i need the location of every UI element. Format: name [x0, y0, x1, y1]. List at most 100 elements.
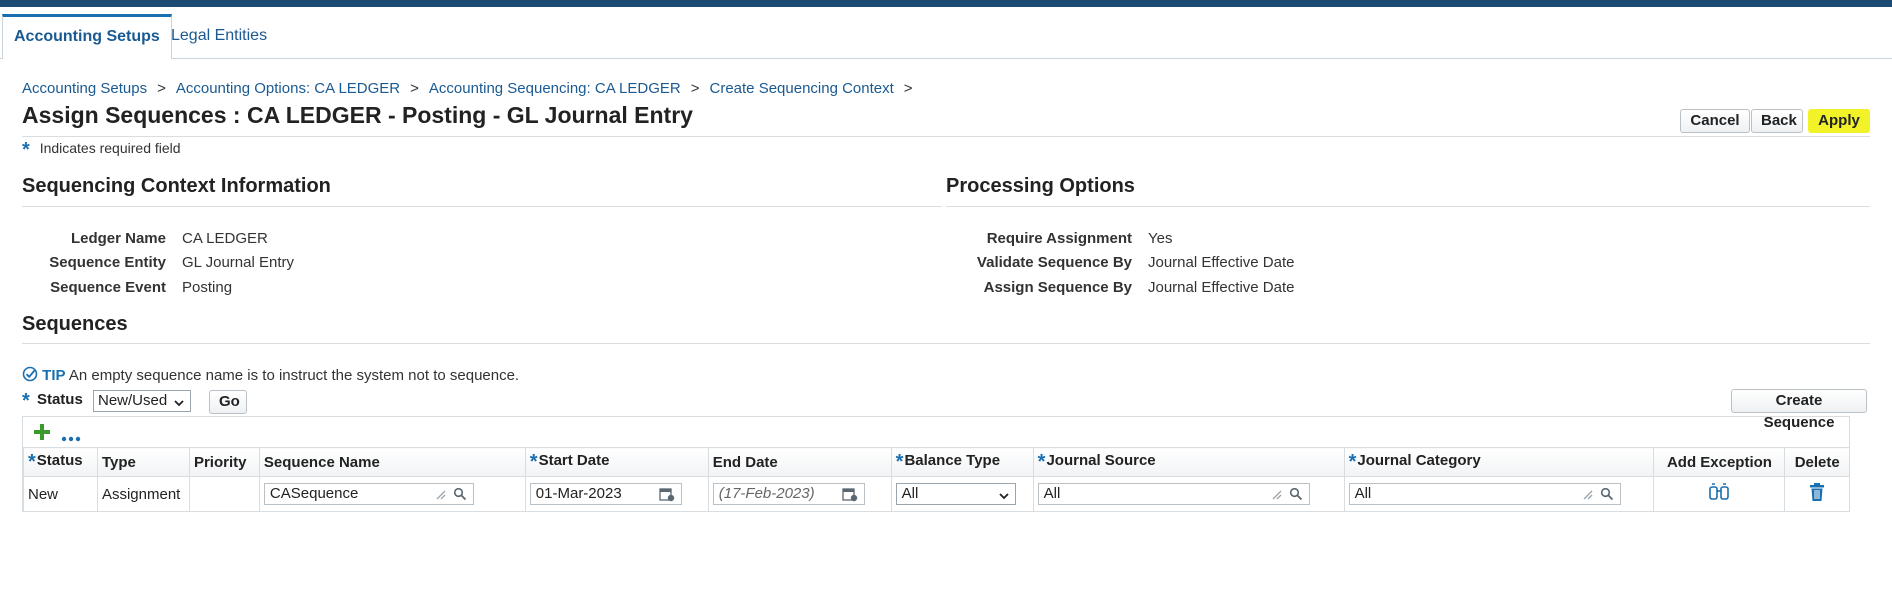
required-star: * [22, 390, 30, 412]
create-sequence-button[interactable]: Create Sequence [1731, 389, 1867, 431]
breadcrumb-separator: > [690, 80, 700, 97]
table-row: New Assignment CASequence 01-Mar-2023 (1… [23, 476, 1849, 511]
status-filter: * Status [22, 390, 83, 413]
tip-message: TIP An empty sequence name is to instruc… [22, 366, 519, 386]
trash-icon[interactable] [1808, 482, 1826, 506]
column-header-label: End Date [712, 453, 778, 471]
required-note-text: Indicates required field [39, 140, 181, 156]
add-exception-icon[interactable] [1708, 482, 1730, 506]
required-star: * [28, 450, 36, 473]
column-header: Add Exception [1653, 447, 1785, 477]
tip-text: An empty sequence name is to instruct th… [68, 367, 520, 384]
row-type: Assignment [96, 476, 190, 511]
assign-sequence-by-value: Journal Effective Date [1148, 279, 1295, 296]
search-icon[interactable] [1600, 487, 1614, 507]
sequences-table: *Status Type Priority Sequence Name *Start D… [22, 416, 1850, 512]
breadcrumb-separator: > [157, 80, 166, 97]
column-header: *Status [23, 447, 98, 477]
breadcrumb-accounting-sequencing[interactable]: Accounting Sequencing: CA LEDGER [429, 80, 681, 97]
status-filter-select[interactable]: New/Used [93, 390, 191, 412]
add-exception-cell [1653, 476, 1785, 511]
validate-sequence-by-value: Journal Effective Date [1148, 254, 1295, 271]
column-header: Priority [188, 447, 260, 477]
table-toolbar [23, 417, 1849, 447]
resize-handle-icon [1582, 487, 1594, 507]
column-header-label: Add Exception [1666, 453, 1772, 471]
sequence-name-value: CASequence [269, 485, 359, 502]
apply-button[interactable]: Apply [1808, 109, 1870, 133]
required-star: * [529, 450, 538, 473]
breadcrumb: Accounting Setups > Accounting Options: CA… [22, 80, 923, 97]
more-actions-icon[interactable] [61, 429, 81, 447]
column-header-label: Delete [1794, 453, 1840, 471]
column-header-label: Journal Category [1357, 451, 1481, 469]
delete-cell [1784, 476, 1849, 511]
balance-type-select[interactable]: All [895, 483, 1016, 508]
required-field-note: * Indicates required field [22, 139, 181, 162]
end-date-cell: (17-Feb-2023) [707, 476, 892, 511]
breadcrumb-accounting-options[interactable]: Accounting Options: CA LEDGER [176, 80, 400, 97]
go-button[interactable]: Go [209, 390, 247, 414]
require-assignment-value: Yes [1148, 230, 1173, 247]
breadcrumb-create-sequencing-context[interactable]: Create Sequencing Context [710, 80, 894, 97]
chevron-down-icon [173, 395, 185, 415]
breadcrumb-accounting-setups[interactable]: Accounting Setups [22, 80, 147, 97]
end-date-input[interactable]: (17-Feb-2023) [712, 483, 865, 508]
tip-check-icon [22, 366, 38, 386]
balance-type-value: All [901, 485, 919, 502]
required-star: * [1037, 450, 1046, 473]
journal-source-cell: All [1032, 476, 1345, 511]
context-section-title: Sequencing Context Information [22, 175, 331, 197]
column-header: *Start Date [524, 447, 709, 477]
sequences-grid: *Status Type Priority Sequence Name *Start D… [23, 447, 1849, 511]
status-filter-label: Status [36, 391, 83, 408]
processing-section-title: Processing Options [946, 175, 1135, 197]
start-date-input[interactable]: 01-Mar-2023 [529, 483, 682, 508]
ledger-name-value: CA LEDGER [182, 230, 268, 247]
sequence-name-cell: CASequence [258, 476, 526, 511]
chevron-down-icon [998, 488, 1010, 508]
calendar-icon[interactable] [842, 487, 858, 508]
sequence-event-label: Sequence Event [50, 279, 166, 296]
tab-accounting-setups[interactable]: Accounting Setups [2, 14, 172, 59]
ledger-name-label: Ledger Name [70, 230, 166, 247]
journal-category-input[interactable]: All [1348, 483, 1621, 507]
row-status: New [23, 476, 98, 511]
column-header-label: Status [36, 451, 83, 469]
status-filter-value: New/Used [98, 392, 168, 409]
page-title: Assign Sequences : CA LEDGER - Posting -… [22, 102, 693, 128]
journal-category-cell: All [1343, 476, 1654, 511]
top-banner [0, 0, 1892, 7]
back-button[interactable]: Back [1751, 109, 1803, 133]
column-header-label: Priority [193, 453, 247, 471]
start-date-value: 01-Mar-2023 [535, 485, 622, 502]
resize-handle-icon [435, 487, 447, 507]
title-divider [22, 136, 1870, 137]
sequence-event-value: Posting [182, 279, 233, 296]
journal-source-input[interactable]: All [1037, 483, 1310, 507]
require-assignment-label: Require Assignment [986, 230, 1132, 247]
cancel-button[interactable]: Cancel [1680, 109, 1750, 133]
column-header: *Journal Category [1343, 447, 1654, 477]
column-header-label: Sequence Name [263, 453, 380, 471]
column-header: *Journal Source [1032, 447, 1345, 477]
column-header-label: Start Date [538, 451, 610, 469]
tab-bar: Accounting Setups Legal Entities [0, 14, 1892, 59]
balance-type-cell: All [890, 476, 1034, 511]
processing-divider [946, 206, 1870, 207]
required-star: * [895, 450, 904, 473]
calendar-icon[interactable] [659, 487, 675, 508]
search-icon[interactable] [453, 487, 467, 507]
column-header: Type [96, 447, 190, 477]
sequence-name-input[interactable]: CASequence [263, 483, 474, 507]
column-header: End Date [707, 447, 892, 477]
column-header-label: Journal Source [1046, 451, 1156, 469]
journal-category-value: All [1354, 485, 1372, 502]
search-icon[interactable] [1289, 487, 1303, 507]
tab-legal-entities[interactable]: Legal Entities [160, 14, 278, 58]
validate-sequence-by-label: Validate Sequence By [976, 254, 1132, 271]
breadcrumb-separator: > [410, 80, 419, 97]
sequences-divider [22, 343, 1870, 344]
add-row-icon[interactable] [33, 423, 51, 446]
breadcrumb-separator: > [903, 80, 913, 97]
